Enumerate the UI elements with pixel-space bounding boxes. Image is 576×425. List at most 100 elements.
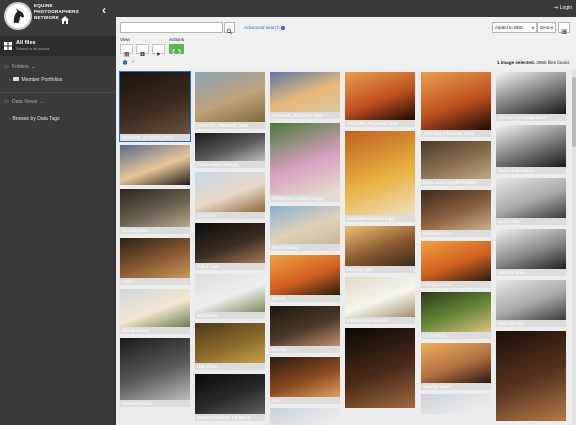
view-grid-large-button[interactable] [136, 44, 149, 56]
image-tile[interactable]: Davis-Joan-HeardInTheBarn [421, 141, 491, 186]
image-tile[interactable]: Morning Light [345, 226, 415, 273]
selection-count: 1 image selected. [496, 60, 535, 65]
image-tile[interactable]: Winning Smile [496, 229, 566, 276]
breadcrumb-chevron-icon[interactable]: ⌄ [131, 58, 135, 64]
image-tile[interactable]: Full of Love [195, 223, 265, 270]
image-tile[interactable]: My Girl [270, 255, 340, 302]
search-button[interactable] [224, 22, 235, 35]
fullscreen-action-button[interactable] [169, 44, 184, 55]
all-files-item[interactable]: All files Search in all photos [0, 36, 116, 56]
sort-order-select[interactable]: Desc ▾ [537, 22, 556, 33]
image-thumbnail[interactable] [345, 131, 415, 215]
image-thumbnail[interactable] [195, 72, 265, 122]
image-thumbnail[interactable] [195, 274, 265, 312]
image-tile[interactable]: PBurchett_20150719_0026 [270, 72, 340, 119]
folders-section-header[interactable]: ▭ Folders ⌄ [4, 64, 35, 70]
image-thumbnail[interactable] [120, 238, 190, 278]
image-thumbnail[interactable] [421, 190, 491, 230]
login-button[interactable]: ⇥ Login [554, 5, 572, 11]
image-tile[interactable]: Embrace the Moment [345, 277, 415, 324]
image-tile[interactable]: Callie [120, 238, 190, 285]
breadcrumb-home-icon[interactable] [122, 59, 128, 65]
image-thumbnail[interactable] [345, 72, 415, 120]
image-tile[interactable]: My Guy [270, 306, 340, 353]
image-tile[interactable]: Dreamy Down the Hill (black) [195, 374, 265, 421]
image-tile[interactable]: LastScene-JoanDavis.jpg [345, 131, 415, 222]
image-tile[interactable]: 20141004_PBurchett_0063 [195, 72, 265, 129]
image-thumbnail[interactable] [496, 125, 566, 167]
image-tile[interactable]: March of the Mares [496, 125, 566, 174]
image-tile[interactable] [421, 394, 491, 414]
image-thumbnail[interactable] [421, 141, 491, 179]
image-thumbnail[interactable] [496, 72, 566, 114]
image-thumbnail[interactable] [270, 123, 340, 195]
image-thumbnail[interactable] [195, 223, 265, 263]
image-thumbnail[interactable] [195, 374, 265, 414]
image-tile[interactable]: Hide Place [195, 323, 265, 370]
brand-logo[interactable] [4, 2, 32, 30]
image-tile[interactable]: Unbridled Love [421, 190, 491, 237]
scrollbar-thumb[interactable] [572, 77, 576, 147]
slideshow-button[interactable] [152, 44, 165, 56]
image-thumbnail[interactable] [270, 206, 340, 244]
image-thumbnail[interactable] [195, 133, 265, 161]
image-tile[interactable]: Keeping Watch [421, 343, 491, 390]
image-thumbnail[interactable] [120, 72, 190, 134]
image-tile[interactable] [120, 145, 190, 185]
image-tile[interactable]: Feel the Breeze [421, 241, 491, 288]
image-thumbnail[interactable] [345, 328, 415, 408]
image-thumbnail[interactable] [496, 178, 566, 218]
image-tile[interactable]: Beach Beauty [270, 206, 340, 251]
sidebar-item-member-portfolios[interactable]: › Member Portfolios [9, 77, 62, 83]
image-tile[interactable]: Walk this Way [496, 280, 566, 327]
sort-field-select[interactable]: Added to DBG ▾ [492, 22, 537, 33]
image-thumbnail[interactable] [120, 145, 190, 185]
image-thumbnail[interactable] [345, 226, 415, 266]
image-thumbnail[interactable] [421, 241, 491, 281]
image-thumbnail[interactable] [120, 338, 190, 400]
image-thumbnail[interactable] [120, 189, 190, 227]
image-tile[interactable] [270, 408, 340, 425]
image-thumbnail[interactable] [421, 394, 491, 414]
image-thumbnail[interactable] [270, 357, 340, 397]
image-tile[interactable]: Beach Ride [496, 178, 566, 225]
image-thumbnail[interactable] [120, 289, 190, 327]
collapse-sidebar-icon[interactable]: ‹ [102, 4, 106, 16]
search-input[interactable] [120, 22, 223, 33]
image-tile[interactable]: 20141004_PBurchett_0035 [421, 72, 491, 137]
image-thumbnail[interactable] [496, 280, 566, 320]
image-thumbnail[interactable] [421, 72, 491, 130]
image-tile[interactable]: Up the Road [421, 292, 491, 339]
image-tile[interactable]: Hug [270, 357, 340, 404]
image-thumbnail[interactable] [421, 343, 491, 383]
image-tile[interactable]: Blonde Beauty [120, 289, 190, 334]
data-views-section-header[interactable]: ▭ Data Views ⌄ [4, 99, 44, 105]
image-tile[interactable]: Seething Beauty [120, 338, 190, 407]
image-thumbnail[interactable] [270, 255, 340, 295]
image-thumbnail[interactable] [421, 292, 491, 332]
image-tile[interactable]: Sempervirens-Joan-Davis [496, 72, 566, 121]
image-tile[interactable]: 20141004_PBurchett_0245 [345, 72, 415, 127]
image-thumbnail[interactable] [270, 72, 340, 112]
image-tile[interactable] [345, 328, 415, 408]
image-tile[interactable]: Windblown [195, 274, 265, 319]
image-tile[interactable]: Storm Horse Head.jpg [195, 133, 265, 168]
image-tile[interactable] [496, 331, 566, 421]
scrollbar[interactable] [572, 69, 576, 425]
image-thumbnail[interactable] [270, 408, 340, 425]
image-thumbnail[interactable] [496, 229, 566, 269]
image-tile[interactable]: Morning Dace [120, 189, 190, 234]
image-thumbnail[interactable] [345, 277, 415, 317]
image-thumbnail[interactable] [496, 331, 566, 421]
advanced-search-link[interactable]: Advanced search [244, 25, 285, 30]
list-view-button[interactable] [558, 22, 570, 34]
image-tile[interactable]: PBurchett_20190911_8739 [119, 71, 191, 142]
view-grid-small-button[interactable] [120, 44, 133, 57]
sidebar-item-browse-by-data-tags[interactable]: › Browse by Data Tags [9, 116, 60, 122]
home-icon[interactable] [60, 15, 70, 25]
image-tile[interactable]: PCSlipKnot-Cowgirl-Hat.jpg [270, 123, 340, 202]
image-thumbnail[interactable] [195, 323, 265, 363]
image-thumbnail[interactable] [195, 172, 265, 212]
image-thumbnail[interactable] [270, 306, 340, 346]
image-tile[interactable]: I love you! [195, 172, 265, 219]
